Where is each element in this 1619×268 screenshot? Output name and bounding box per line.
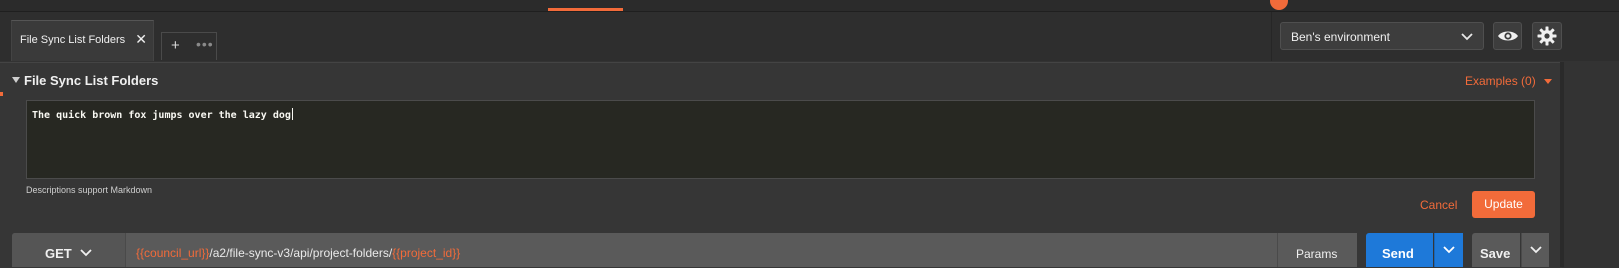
description-text: The quick brown fox jumps over the lazy … <box>32 110 291 121</box>
eye-icon <box>1497 31 1518 41</box>
caret-down-icon <box>1544 79 1553 84</box>
request-title: File Sync List Folders <box>24 73 159 88</box>
params-label: Params <box>1296 247 1338 261</box>
method-select[interactable]: GET <box>12 233 125 267</box>
url-path: /a2/file-sync-v3/api/project-folders/ <box>209 246 393 260</box>
send-label: Send <box>1382 246 1414 261</box>
url-divider <box>125 233 126 267</box>
send-button[interactable]: Send <box>1366 233 1433 267</box>
markdown-hint: Descriptions support Markdown <box>26 185 153 195</box>
chevron-down-icon <box>1443 246 1455 254</box>
left-edge-marker <box>0 92 3 96</box>
top-header-bar <box>0 0 1619 12</box>
chevron-down-icon <box>80 249 92 257</box>
url-variable-project-id: {{project_id}} <box>392 246 461 260</box>
close-icon[interactable]: ✕ <box>135 31 147 48</box>
description-editor[interactable]: The quick brown fox jumps over the lazy … <box>26 100 1535 179</box>
scrollbar[interactable] <box>1560 62 1564 267</box>
url-variable-council-url: {{council_url}} <box>136 246 210 260</box>
right-gutter <box>1562 62 1619 267</box>
save-options-button[interactable] <box>1521 233 1549 267</box>
collapse-triangle-icon[interactable] <box>11 76 21 84</box>
chevron-down-icon <box>1530 246 1542 254</box>
tab-file-sync-list-folders[interactable]: File Sync List Folders ✕ <box>11 20 154 61</box>
tab-label: File Sync List Folders <box>20 34 126 46</box>
environment-selected-label: Ben's environment <box>1291 30 1391 44</box>
update-button[interactable]: Update <box>1472 191 1535 218</box>
environment-quick-look-button[interactable] <box>1493 22 1522 50</box>
more-icon[interactable]: ••• <box>196 36 214 52</box>
environment-select[interactable]: Ben's environment <box>1280 22 1484 50</box>
active-section-indicator <box>548 8 623 11</box>
notification-icon[interactable] <box>1270 0 1288 10</box>
send-options-button[interactable] <box>1434 233 1463 267</box>
gear-icon <box>1537 26 1557 46</box>
method-label: GET <box>45 246 72 261</box>
plus-icon[interactable]: + <box>171 37 180 54</box>
url-input[interactable]: {{council_url}}/a2/file-sync-v3/api/proj… <box>136 246 460 260</box>
examples-label: Examples (0) <box>1465 74 1536 88</box>
text-cursor <box>291 108 293 120</box>
manage-environments-button[interactable] <box>1532 22 1562 50</box>
save-label: Save <box>1480 246 1511 261</box>
tab-tools: + ••• <box>161 32 217 60</box>
cancel-button[interactable]: Cancel <box>1420 198 1457 212</box>
save-button[interactable]: Save <box>1472 233 1520 267</box>
examples-dropdown[interactable]: Examples (0) <box>1465 74 1553 88</box>
params-button[interactable]: Params <box>1277 233 1357 267</box>
chevron-down-icon <box>1461 33 1473 41</box>
